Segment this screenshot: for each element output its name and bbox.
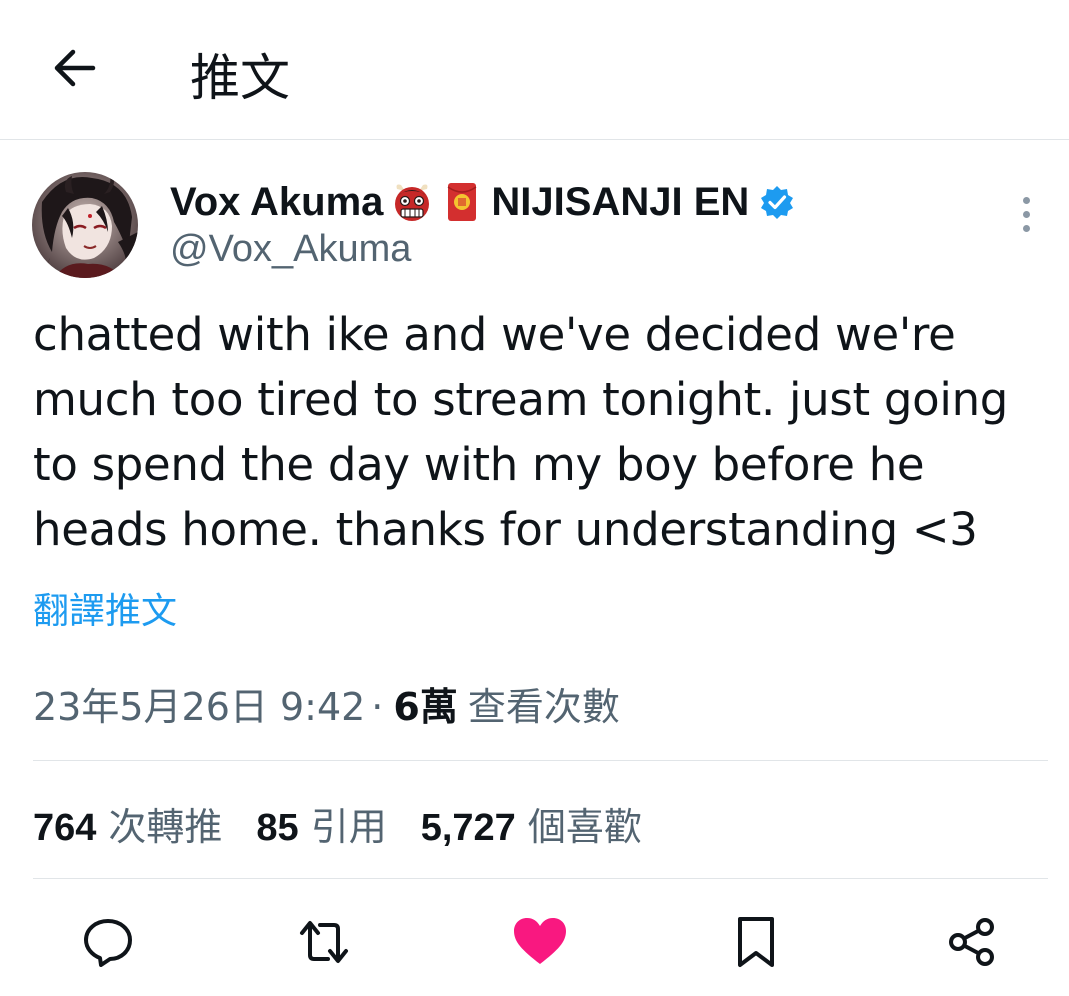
views-label: 查看次數	[467, 685, 620, 729]
back-button[interactable]	[48, 42, 100, 94]
divider	[33, 760, 1048, 761]
avatar[interactable]	[32, 172, 138, 278]
retweets-stat[interactable]: 764 次轉推	[33, 796, 222, 851]
retweets-label: 次轉推	[108, 805, 223, 849]
display-name: Vox Akuma	[170, 179, 384, 224]
likes-stat[interactable]: 5,727 個喜歡	[421, 796, 642, 851]
more-options-button[interactable]	[1006, 192, 1046, 236]
translate-tweet-link[interactable]: 翻譯推文	[33, 582, 177, 634]
likes-count: 5,727	[420, 807, 516, 849]
share-icon	[949, 918, 994, 966]
verified-badge-icon	[761, 186, 794, 219]
tweet-meta: 23年5月26日 9:42 · 6萬 查看次數	[33, 676, 620, 731]
reply-button[interactable]	[78, 912, 138, 972]
share-button[interactable]	[942, 912, 1002, 972]
top-bar: 推文	[0, 0, 1069, 140]
heart-filled-icon	[514, 918, 566, 964]
more-dot-icon	[1022, 210, 1030, 218]
views-count: 6萬	[393, 685, 458, 729]
retweet-icon	[300, 921, 348, 963]
engagement-stats: 764 次轉推 85 引用 5,727 個喜歡	[33, 796, 676, 851]
quotes-stat[interactable]: 85 引用	[256, 796, 386, 851]
retweets-count: 764	[33, 807, 97, 849]
divider	[33, 878, 1048, 879]
user-handle[interactable]: @Vox_Akuma	[170, 228, 411, 271]
quotes-count: 85	[256, 807, 299, 849]
oni-mask-emoji	[395, 184, 430, 221]
display-name-row[interactable]: Vox Akuma NIJISANJI EN	[170, 176, 795, 228]
reply-icon	[84, 919, 132, 967]
display-name-suffix: NIJISANJI EN	[491, 179, 750, 224]
like-button[interactable]	[510, 912, 570, 972]
tweet-detail-page: 推文 Vox Akuma NIJISANJI EN @Vox_Akuma cha…	[0, 0, 1069, 996]
more-dot-icon	[1022, 196, 1030, 204]
timestamp[interactable]: 23年5月26日 9:42	[33, 676, 365, 731]
more-dot-icon	[1022, 224, 1030, 232]
bookmark-icon	[738, 917, 774, 967]
likes-label: 個喜歡	[527, 805, 642, 849]
tweet-text: chatted with ike and we've decided we're…	[33, 308, 1009, 556]
red-envelope-emoji	[447, 183, 477, 221]
meta-separator: ·	[371, 685, 384, 729]
page-title: 推文	[190, 49, 290, 107]
bookmark-button[interactable]	[726, 912, 786, 972]
quotes-label: 引用	[310, 805, 387, 849]
arrow-left-icon	[54, 49, 96, 87]
retweet-button[interactable]	[294, 912, 354, 972]
avatar-image	[32, 172, 138, 278]
